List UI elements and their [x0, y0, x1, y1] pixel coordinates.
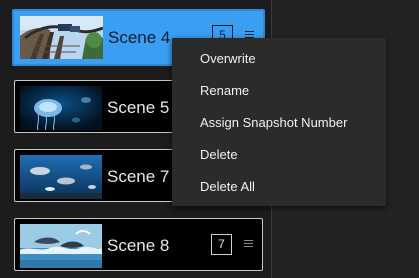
scene-name: Scene 4 — [108, 28, 171, 47]
snapshot-number-badge: 7 — [211, 234, 232, 255]
scene-thumbnail-jellyfish — [20, 86, 102, 130]
menu-item-overwrite[interactable]: Overwrite — [200, 43, 256, 75]
drag-handle-icon[interactable] — [244, 240, 253, 248]
menu-item-delete-all[interactable]: Delete All — [200, 171, 255, 203]
menu-item-delete[interactable]: Delete — [200, 139, 238, 171]
scene-thumbnail-dolphins — [20, 224, 102, 268]
scene-name: Scene 7 — [107, 167, 170, 186]
context-menu: Overwrite Rename Assign Snapshot Number … — [172, 38, 386, 206]
menu-item-assign-snapshot-number[interactable]: Assign Snapshot Number — [200, 107, 347, 139]
scene-thumbnail-aquarium-fish — [20, 155, 102, 199]
scene-name: Scene 5 — [107, 98, 170, 117]
scene-item-8[interactable]: Scene 8 7 — [14, 218, 263, 271]
scene-name: Scene 8 — [107, 236, 170, 255]
menu-item-rename[interactable]: Rename — [200, 75, 249, 107]
scene-thumbnail-rollercoaster — [20, 16, 103, 59]
